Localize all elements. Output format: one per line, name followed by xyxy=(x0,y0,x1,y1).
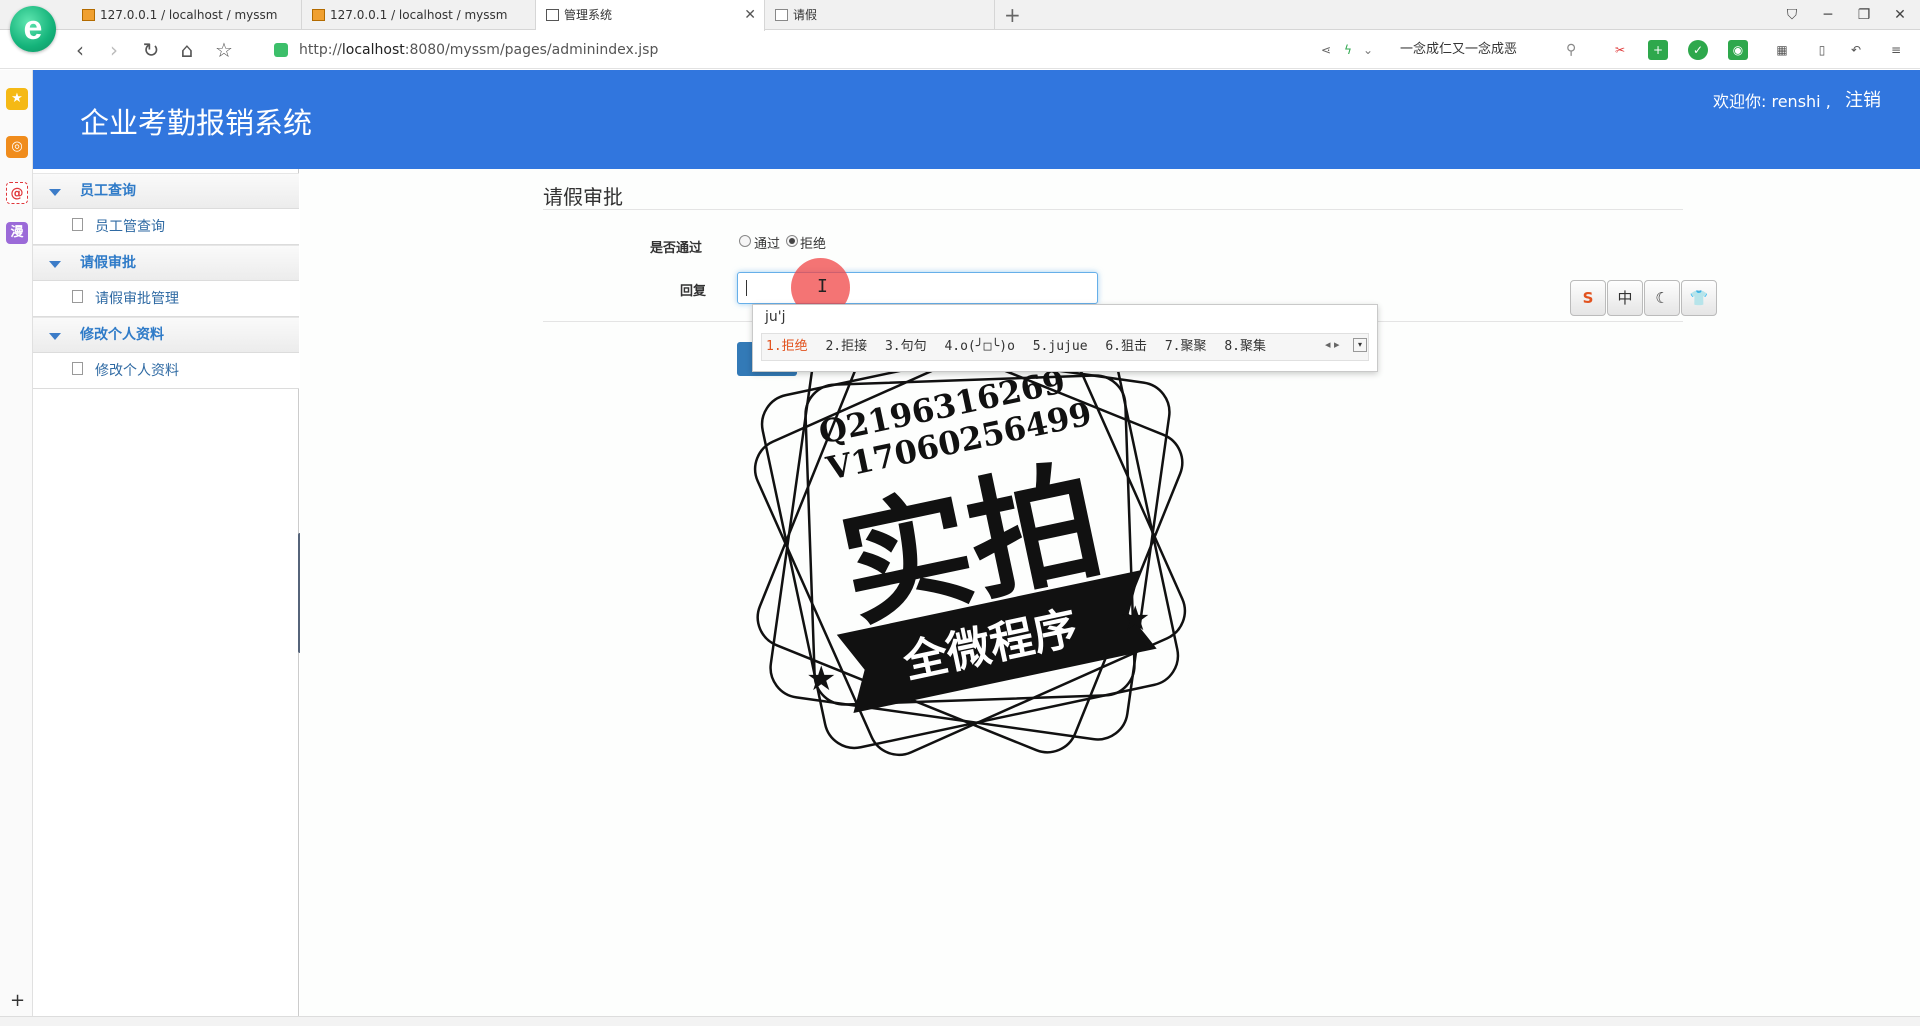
forward-icon[interactable]: › xyxy=(100,31,128,69)
ime-candidate-window: ju'j 1.拒绝 2.拒接 3.句句 4.o(╯□╰)o 5.jujue 6.… xyxy=(752,304,1378,372)
sogou-logo-icon[interactable]: S xyxy=(1570,280,1606,316)
radio-approve[interactable] xyxy=(739,235,751,247)
ime-candidate[interactable]: 2.拒接 xyxy=(825,339,867,354)
search-box[interactable]: 一念成仁又一念成恶 xyxy=(1400,31,1517,69)
text-caret xyxy=(746,280,747,296)
ime-skin-shirt-icon[interactable]: 👕 xyxy=(1681,280,1717,316)
search-icon[interactable]: ⚲ xyxy=(1566,42,1576,58)
divider xyxy=(543,209,1683,210)
mobile-icon[interactable]: ▯ xyxy=(1812,40,1832,60)
triangle-down-icon xyxy=(49,261,61,268)
game-icon[interactable]: ◉ xyxy=(1728,40,1748,60)
approve-label: 是否通过 xyxy=(650,241,703,256)
ime-candidate-list: 1.拒绝 2.拒接 3.句句 4.o(╯□╰)o 5.jujue 6.狙击 7.… xyxy=(761,333,1369,361)
back-icon[interactable]: ‹ xyxy=(66,31,94,69)
menu-item-profile[interactable]: 修改个人资料 xyxy=(33,353,299,389)
ime-moon-icon[interactable]: ☾ xyxy=(1644,280,1680,316)
minimize-icon[interactable]: ─ xyxy=(1813,0,1843,30)
browser-tab-active[interactable]: 管理系统 ✕ xyxy=(536,0,765,31)
ime-toolbar: S 中 ☾ 👕 xyxy=(1570,280,1720,318)
browser-tab-2[interactable]: 127.0.0.1 / localhost / myssm xyxy=(302,0,536,30)
app-header: 企业考勤报销系统 欢迎你: renshi , 注销 xyxy=(33,70,1920,169)
shield-secure-icon xyxy=(274,43,288,57)
radio-approve-label[interactable]: 通过 xyxy=(754,233,780,252)
ime-candidate[interactable]: 7.聚聚 xyxy=(1165,339,1207,354)
new-tab-plus-icon[interactable]: + xyxy=(1004,3,1021,27)
radio-reject-label[interactable]: 拒绝 xyxy=(800,233,826,252)
ime-page-arrows-icon[interactable]: ◂ ▸ xyxy=(1325,338,1340,351)
comic-icon[interactable]: 漫 xyxy=(6,222,28,244)
triangle-down-icon xyxy=(49,333,61,340)
star-icon: ★ xyxy=(806,659,836,699)
ime-chinese-mode-button[interactable]: 中 xyxy=(1607,280,1643,316)
browser-logo-icon[interactable]: e xyxy=(10,6,56,52)
menu-group-leave-approval[interactable]: 请假审批 xyxy=(33,245,299,281)
ime-candidate[interactable]: 4.o(╯□╰)o xyxy=(944,339,1014,354)
weibo-icon[interactable]: ◎ xyxy=(6,136,28,158)
sidebar-menu: 员工查询 员工管查询 请假审批 请假审批管理 修改个人资料 修改个人资料 xyxy=(33,169,299,1022)
page-icon xyxy=(72,218,83,231)
radio-reject[interactable] xyxy=(786,235,798,247)
chevron-down-icon[interactable]: ⌄ xyxy=(1358,40,1378,60)
browser-tab-4[interactable]: 请假 xyxy=(765,0,995,30)
phpmyadmin-icon xyxy=(312,9,325,21)
plugin-add-icon[interactable]: + xyxy=(1648,40,1668,60)
screen: e 127.0.0.1 / localhost / myssm 127.0.0.… xyxy=(0,0,1920,1026)
lightning-icon[interactable]: ϟ xyxy=(1338,40,1358,60)
ime-expand-icon[interactable]: ▾ xyxy=(1353,338,1367,352)
reply-label: 回复 xyxy=(680,284,707,299)
menu-icon[interactable]: ≡ xyxy=(1886,40,1906,60)
page-title: 请假审批 xyxy=(543,185,623,209)
close-tab-icon[interactable]: ✕ xyxy=(744,0,756,30)
star-icon: ★ xyxy=(1120,599,1150,639)
app-title: 企业考勤报销系统 xyxy=(80,106,313,140)
menu-item-leave-approval[interactable]: 请假审批管理 xyxy=(33,281,299,317)
ime-candidate[interactable]: 1.拒绝 xyxy=(766,339,808,354)
welcome-text: 欢迎你: renshi , xyxy=(1713,92,1831,111)
phpmyadmin-icon xyxy=(82,9,95,21)
menu-item-employee-query[interactable]: 员工管查询 xyxy=(33,209,299,245)
email-at-icon[interactable]: @ xyxy=(6,182,28,204)
browser-status-bar xyxy=(0,1016,1920,1026)
page-icon xyxy=(775,9,788,21)
scissors-icon[interactable]: ✂ xyxy=(1610,40,1630,60)
browser-side-dock: ★ ◎ @ 漫 + xyxy=(0,70,33,1026)
favorites-star-icon[interactable]: ★ xyxy=(6,88,28,110)
undo-icon[interactable]: ↶ xyxy=(1846,40,1866,60)
ime-candidate[interactable]: 3.句句 xyxy=(885,339,927,354)
watermark-stamp: Q2196316269 V17060256499 实拍 全微程序 ★ ★ xyxy=(753,323,1187,757)
ime-candidate[interactable]: 6.狙击 xyxy=(1105,339,1147,354)
text-cursor-icon: I xyxy=(817,276,828,297)
browser-tab-1[interactable]: 127.0.0.1 / localhost / myssm xyxy=(72,0,302,30)
browser-tab-bar: e 127.0.0.1 / localhost / myssm 127.0.0.… xyxy=(0,0,1920,52)
url-field[interactable]: http://localhost:8080/myssm/pages/admini… xyxy=(299,31,658,69)
page-icon xyxy=(72,290,83,303)
menu-group-employee-query[interactable]: 员工查询 xyxy=(33,173,299,209)
page-icon xyxy=(72,362,83,375)
ime-candidate[interactable]: 8.聚集 xyxy=(1224,339,1266,354)
ime-composition: ju'j xyxy=(765,309,786,325)
favorite-star-icon[interactable]: ☆ xyxy=(210,31,238,69)
ime-candidate[interactable]: 5.jujue xyxy=(1033,339,1088,354)
add-dock-icon[interactable]: + xyxy=(10,990,25,1011)
restore-icon[interactable]: ❐ xyxy=(1849,0,1879,30)
logout-link[interactable]: 注销 xyxy=(1845,86,1881,112)
address-bar: ‹ › ↻ ⌂ ☆ http://localhost:8080/myssm/pa… xyxy=(0,31,1920,69)
triangle-down-icon xyxy=(49,189,61,196)
home-icon[interactable]: ⌂ xyxy=(173,31,201,69)
apps-grid-icon[interactable]: ▦ xyxy=(1772,40,1792,60)
refresh-icon[interactable]: ↻ xyxy=(137,31,165,69)
share-icon[interactable]: ⋖ xyxy=(1316,40,1336,60)
close-window-icon[interactable]: ✕ xyxy=(1885,0,1915,30)
shirt-skin-icon[interactable]: ⛉ xyxy=(1777,0,1807,30)
chart-icon xyxy=(546,9,559,21)
menu-group-profile[interactable]: 修改个人资料 xyxy=(33,317,299,353)
shield-icon[interactable]: ✓ xyxy=(1688,40,1708,60)
